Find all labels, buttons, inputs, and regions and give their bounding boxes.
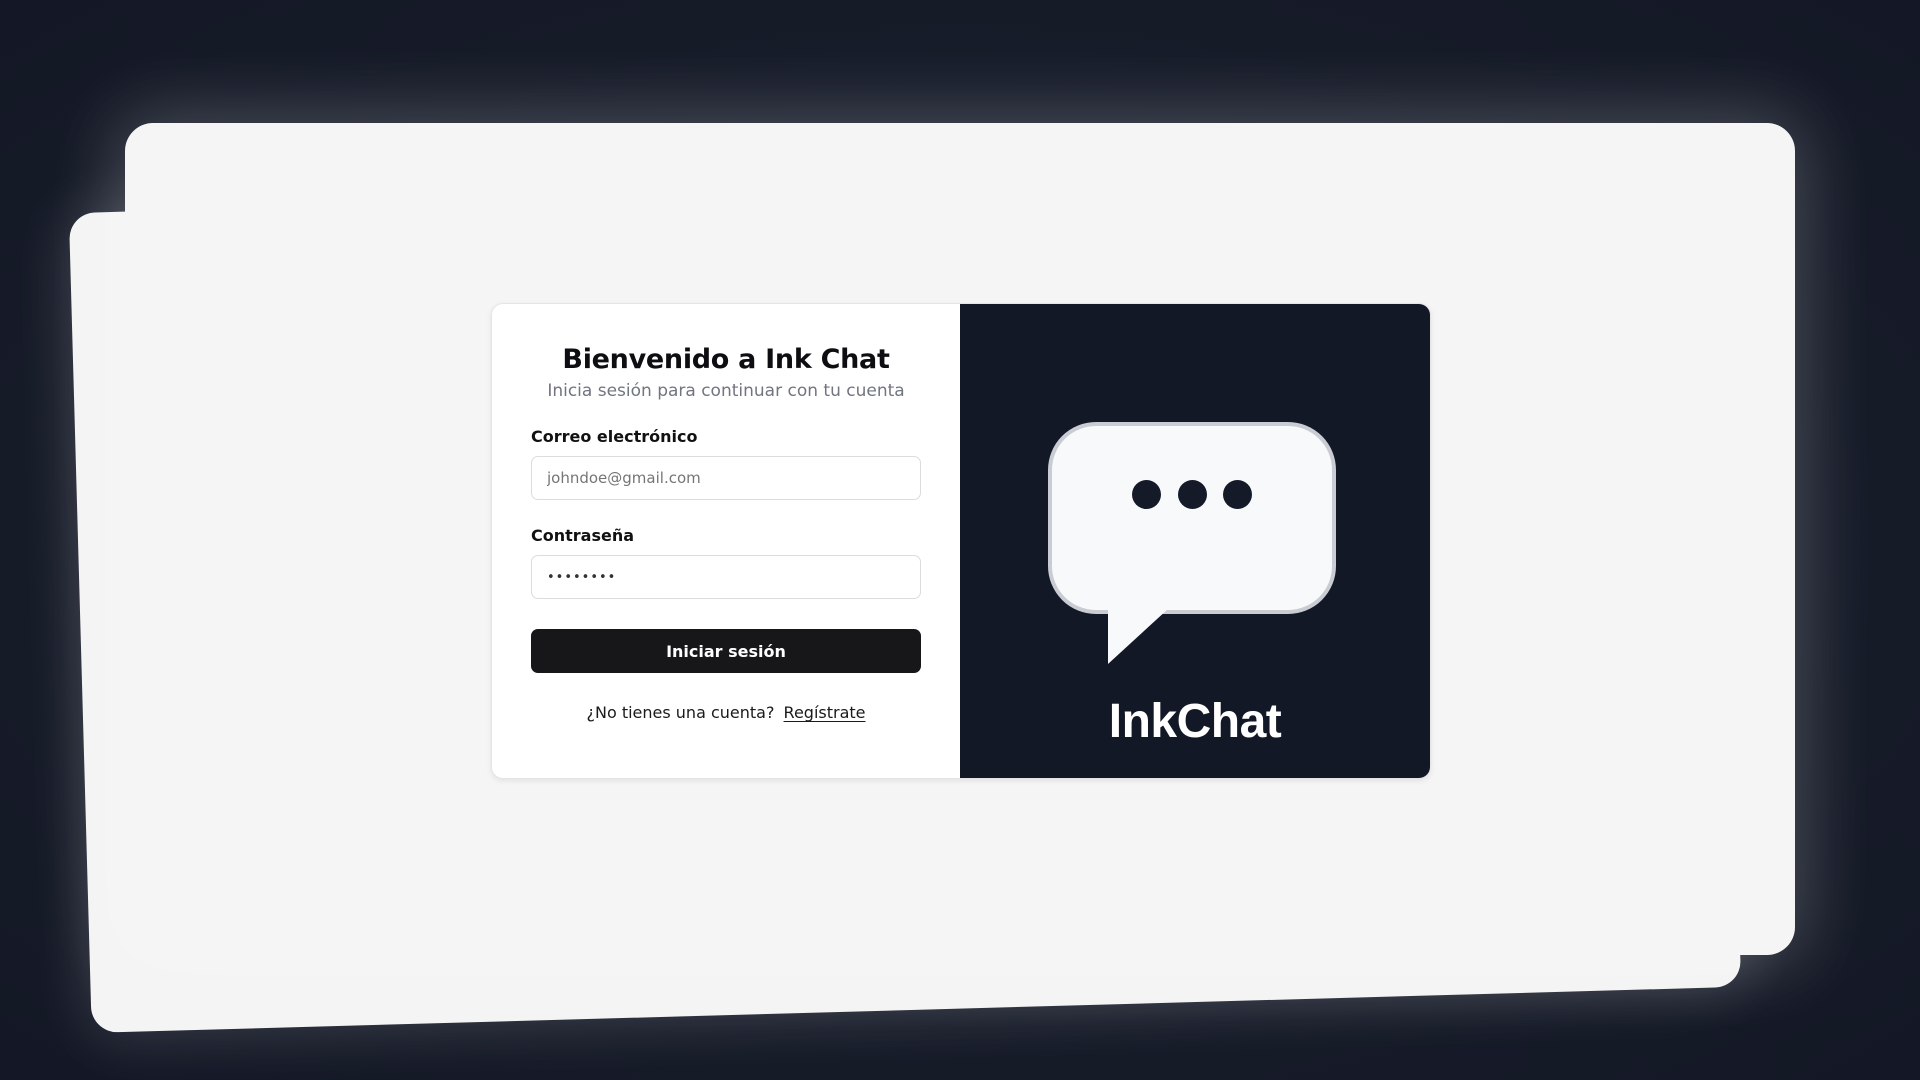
login-subtitle: Inicia sesión para continuar con tu cuen…	[547, 381, 905, 401]
password-field[interactable]	[531, 555, 921, 599]
typing-dot-icon	[1132, 480, 1161, 509]
typing-dot-icon	[1223, 480, 1252, 509]
brand-name: InkChat	[1108, 695, 1282, 748]
signup-prompt: ¿No tienes una cuenta?	[586, 703, 775, 722]
chat-bubble-tail-icon	[1108, 609, 1168, 664]
password-label: Contraseña	[531, 526, 635, 545]
login-title: Bienvenido a Ink Chat	[562, 344, 890, 375]
email-label: Correo electrónico	[531, 427, 698, 446]
login-form: Bienvenido a Ink Chat Inicia sesión para…	[492, 304, 960, 778]
email-field[interactable]	[531, 456, 921, 500]
app-window: Bienvenido a Ink Chat Inicia sesión para…	[125, 123, 1795, 955]
brand-panel: InkChat	[960, 304, 1430, 778]
signup-link[interactable]: Regístrate	[784, 703, 866, 722]
login-card: Bienvenido a Ink Chat Inicia sesión para…	[491, 303, 1431, 779]
typing-dot-icon	[1178, 480, 1207, 509]
signup-row: ¿No tienes una cuenta? Regístrate	[531, 703, 921, 722]
login-button[interactable]: Iniciar sesión	[531, 629, 921, 673]
desktop-background: Bienvenido a Ink Chat Inicia sesión para…	[0, 0, 1920, 1080]
chat-bubble-icon	[1048, 422, 1336, 614]
